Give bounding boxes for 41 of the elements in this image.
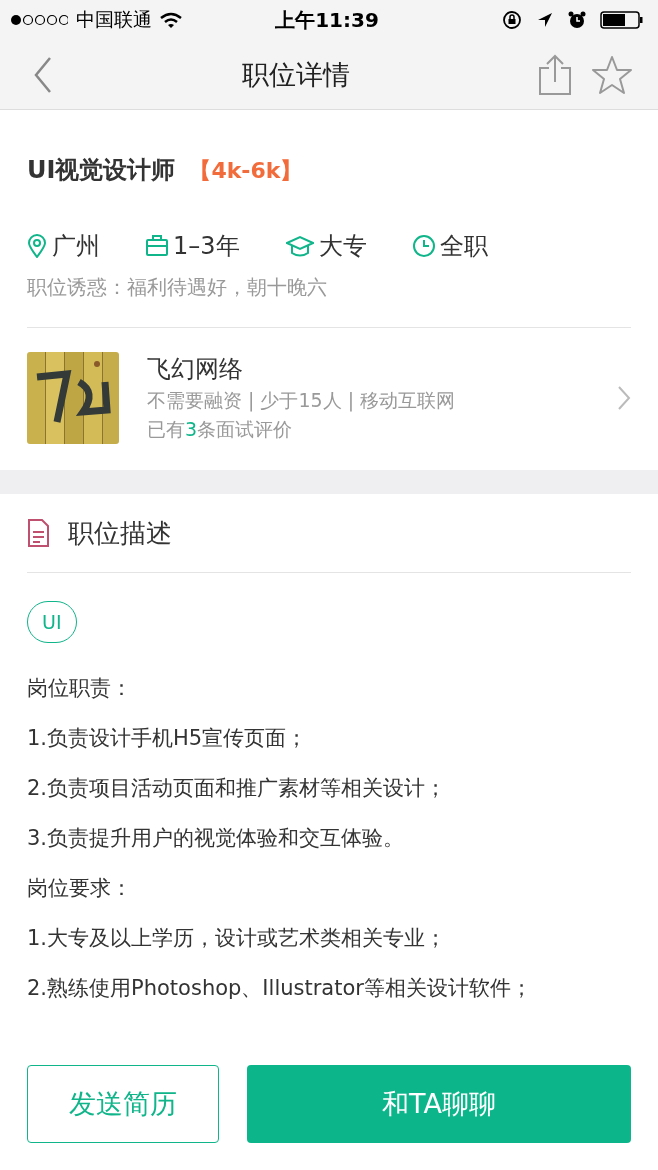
job-title: UI视觉设计师	[27, 155, 176, 186]
rotation-lock-icon	[502, 10, 522, 30]
interview-reviews: 已有3条面试评价	[147, 417, 294, 442]
send-resume-button[interactable]: 发送简历	[27, 1065, 219, 1143]
chat-button[interactable]: 和TA聊聊	[247, 1065, 631, 1143]
star-icon	[592, 54, 632, 95]
wifi-icon	[160, 12, 182, 28]
share-button[interactable]	[538, 53, 572, 96]
job-attribute: 大专	[318, 231, 367, 262]
location-arrow-icon	[536, 11, 554, 29]
job-attribute: 1–3年	[173, 231, 240, 262]
description-line: 岗位职责：	[27, 675, 133, 702]
alarm-icon	[568, 11, 586, 29]
description-line: 2.负责项目活动页面和推广素材等相关设计；	[27, 775, 448, 802]
back-icon	[32, 55, 54, 94]
clock-icon	[412, 234, 435, 258]
salary-range: 【4k-6k】	[189, 157, 303, 185]
battery-icon	[600, 11, 644, 29]
description-line: 1.大专及以上学历，设计或艺术类相关专业；	[27, 925, 448, 952]
chevron-right-icon	[617, 385, 631, 411]
signal-icon	[10, 14, 68, 26]
job-attribute: 全职	[439, 231, 488, 262]
favorite-button[interactable]	[592, 53, 632, 96]
company-name: 飞幻网络	[147, 354, 244, 385]
description-line: 1.负责设计手机H5宣传页面；	[27, 725, 309, 752]
description-line: 岗位要求：	[27, 875, 133, 902]
description-line: 3.负责提升用户的视觉体验和交互体验。	[27, 825, 406, 852]
section-heading: 职位描述	[68, 516, 172, 550]
page-title: 职位详情	[241, 57, 351, 92]
location-pin-icon	[27, 234, 47, 258]
graduation-cap-icon	[285, 234, 314, 258]
carrier-name: 中国联通	[76, 7, 152, 32]
job-perks: 职位诱惑：福利待遇好，朝十晚六	[27, 274, 631, 328]
share-icon	[538, 53, 572, 96]
description-line: 2.熟练使用Photoshop、Illustrator等相关设计软件；	[27, 975, 533, 1002]
job-attribute: 广州	[52, 231, 100, 262]
document-icon	[27, 519, 50, 547]
company-meta: 不需要融资 | 少于15人 | 移动互联网	[147, 388, 457, 414]
status-time: 上午11:39	[275, 6, 379, 34]
back-button[interactable]	[32, 55, 54, 94]
briefcase-icon	[146, 234, 168, 258]
